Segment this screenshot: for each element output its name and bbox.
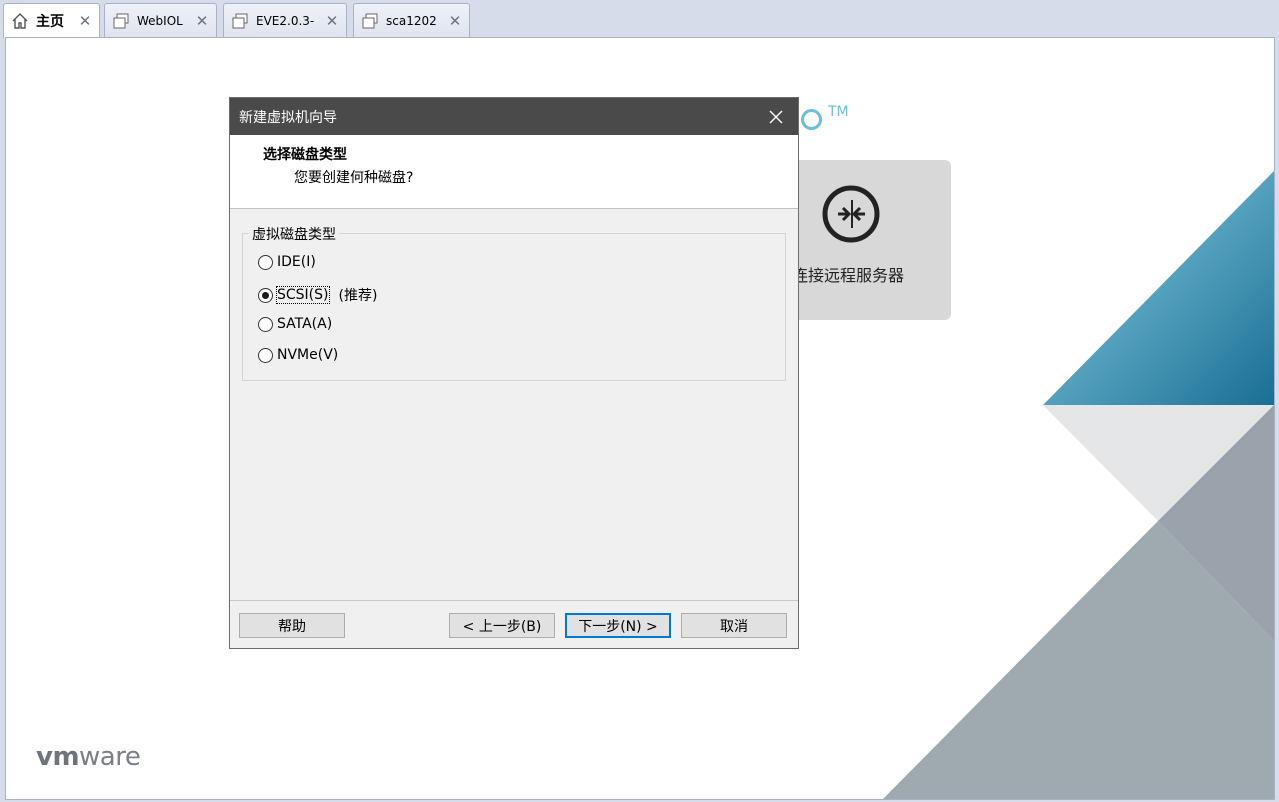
logo-ring-icon	[801, 109, 822, 130]
radio-label: IDE(I)	[277, 254, 316, 270]
remote-connect-icon	[822, 185, 880, 247]
step-subtitle: 您要创建何种磁盘?	[294, 170, 414, 186]
group-label: 虚拟磁盘类型	[249, 224, 339, 244]
disk-type-group: 虚拟磁盘类型 IDE(I) SCSI(S) (推荐) SATA(A) NVMe(…	[242, 224, 786, 381]
vmware-logo: vmware	[36, 742, 141, 772]
radio-ide[interactable]: IDE(I)	[258, 254, 316, 270]
radio-nvme[interactable]: NVMe(V)	[258, 347, 338, 363]
vm-icon	[360, 11, 380, 31]
radio-button[interactable]	[258, 347, 273, 363]
dialog-title: 新建虚拟机向导	[239, 109, 337, 126]
dialog-titlebar: 新建虚拟机向导	[230, 98, 798, 135]
tab-label: WebIOL	[137, 13, 183, 28]
radio-button[interactable]	[258, 316, 273, 332]
tab-home[interactable]: 主页 ✕	[3, 3, 100, 38]
close-icon[interactable]: ✕	[324, 12, 340, 30]
next-button[interactable]: 下一步(N) >	[565, 613, 671, 638]
recommended-note: (推荐)	[338, 288, 378, 304]
tab-label: sca1202	[386, 13, 437, 28]
close-icon[interactable]: ✕	[194, 12, 210, 30]
radio-sata[interactable]: SATA(A)	[258, 316, 332, 332]
vm-icon	[111, 11, 131, 31]
tab-label: 主页	[36, 14, 64, 30]
wizard-header: 选择磁盘类型 您要创建何种磁盘?	[230, 135, 798, 209]
radio-scsi[interactable]: SCSI(S) (推荐)	[258, 285, 377, 305]
tab-webiol[interactable]: WebIOL ✕	[104, 3, 217, 37]
connect-remote-server-label: 连接远程服务器	[792, 266, 905, 285]
new-vm-wizard-dialog: 新建虚拟机向导 选择磁盘类型 您要创建何种磁盘? 虚拟磁盘类型 IDE(I) S…	[229, 97, 799, 649]
tab-label: EVE2.0.3-	[256, 13, 315, 28]
radio-label: SCSI(S)	[276, 286, 330, 304]
radio-button[interactable]	[258, 254, 273, 270]
close-icon[interactable]	[754, 98, 798, 135]
radio-label: NVMe(V)	[277, 347, 339, 363]
trademark-mark: TM	[828, 104, 849, 120]
back-button[interactable]: < 上一步(B)	[449, 613, 555, 638]
home-icon	[10, 11, 30, 31]
help-button[interactable]: 帮助	[239, 613, 345, 638]
step-title: 选择磁盘类型	[263, 147, 347, 163]
radio-button-selected[interactable]	[258, 287, 273, 303]
close-icon[interactable]: ✕	[447, 12, 463, 30]
radio-label: SATA(A)	[277, 316, 333, 332]
dialog-footer: 帮助 < 上一步(B) 下一步(N) > 取消	[230, 600, 798, 649]
vm-icon	[230, 11, 250, 31]
tab-bar: 主页 ✕ WebIOL ✕ EVE2.0.3- ✕ sca1202 ✕	[0, 0, 1279, 38]
tab-eve[interactable]: EVE2.0.3- ✕	[223, 3, 347, 37]
cancel-button[interactable]: 取消	[681, 613, 787, 638]
tab-sca1202[interactable]: sca1202 ✕	[353, 3, 470, 37]
close-icon[interactable]: ✕	[77, 12, 93, 30]
